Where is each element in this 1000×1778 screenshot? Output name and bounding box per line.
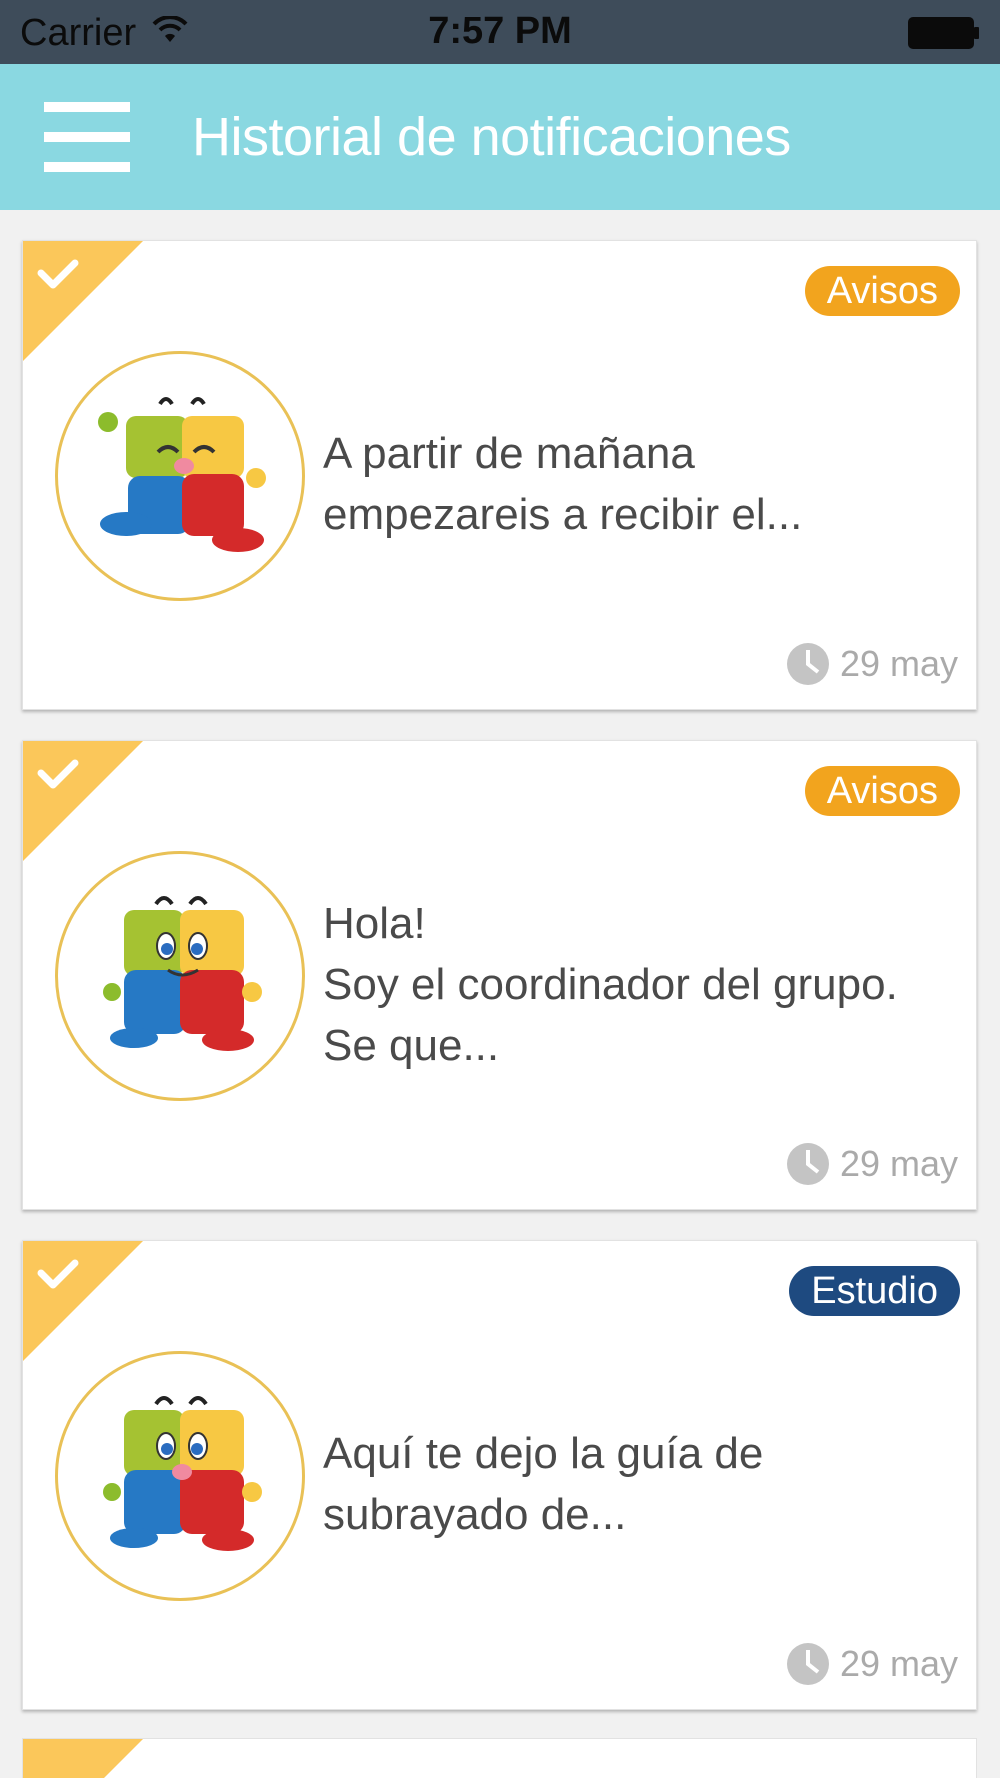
status-bar: Carrier 7:57 PM [0, 0, 1000, 64]
date-label: 29 may [839, 643, 958, 684]
category-badge: Estudio [789, 1266, 960, 1316]
nav-bar: Historial de notificaciones [0, 64, 1000, 210]
mascot-avatar-icon [55, 851, 305, 1101]
clock-icon [786, 1643, 829, 1685]
notification-card[interactable]: Estudio Aquí te dejo la guía de subrayad… [22, 1240, 977, 1710]
notification-date: 29 may [786, 1141, 958, 1187]
clock-time: 7:57 PM [428, 10, 572, 52]
mascot-avatar-icon [55, 351, 305, 601]
page-title: Historial de notificaciones [192, 107, 791, 167]
battery-icon [908, 17, 979, 49]
mascot-avatar-icon [55, 1351, 305, 1601]
notification-date: 29 may [786, 1641, 958, 1687]
read-check-corner-icon [23, 241, 143, 361]
clock-icon [786, 643, 829, 685]
clock-icon [786, 1143, 829, 1185]
category-badge: Avisos [804, 766, 960, 816]
date-label: 29 may [839, 1143, 958, 1184]
notification-message: Hola! Soy el coordinador del grupo. Se q… [323, 899, 898, 1070]
notification-date: 29 may [786, 641, 958, 687]
date-label: 29 may [839, 1643, 958, 1684]
read-check-corner-icon [23, 1739, 143, 1778]
notification-card-partial[interactable] [22, 1738, 977, 1778]
read-check-corner-icon [23, 741, 143, 861]
hamburger-menu-icon[interactable] [44, 100, 130, 174]
notification-card[interactable]: Avisos A partir de mañana empezareis a r… [22, 240, 977, 710]
notification-message: A partir de mañana empezareis a recibir … [323, 429, 803, 539]
notification-card[interactable]: Avisos Hola! Soy el coordinador del grup… [22, 740, 977, 1210]
category-badge: Avisos [804, 266, 960, 316]
read-check-corner-icon [23, 1241, 143, 1361]
notification-message: Aquí te dejo la guía de subrayado de... [323, 1429, 764, 1539]
